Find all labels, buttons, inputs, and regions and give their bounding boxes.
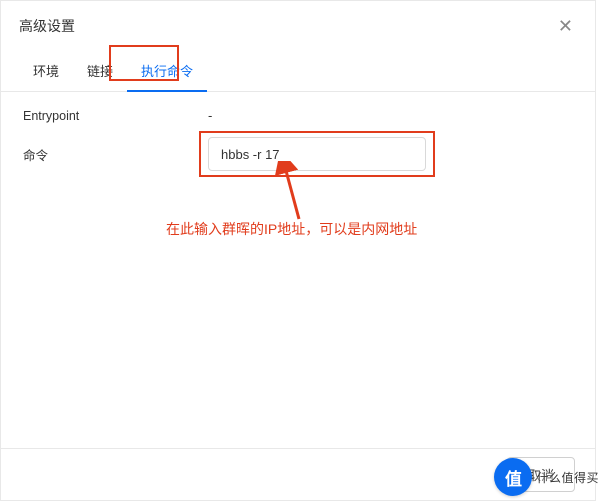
annotation-text: 在此输入群晖的IP地址，可以是内网地址 [166, 219, 417, 239]
advanced-settings-modal: 高级设置 ✕ 环境 链接 执行命令 Entrypoint - 命令 [0, 0, 596, 501]
command-input[interactable] [208, 137, 426, 171]
tab-links[interactable]: 链接 [73, 53, 127, 91]
tab-label: 环境 [33, 64, 59, 79]
button-label: 取消 [528, 468, 554, 483]
tabs: 环境 链接 执行命令 [1, 47, 595, 92]
label-entrypoint: Entrypoint [23, 109, 208, 123]
row-entrypoint: Entrypoint - [23, 108, 573, 123]
modal-header: 高级设置 ✕ [1, 1, 595, 47]
modal-title: 高级设置 [19, 16, 75, 36]
tab-label: 链接 [87, 64, 113, 79]
label-command: 命令 [23, 145, 208, 164]
tab-exec-command[interactable]: 执行命令 [127, 53, 207, 92]
command-input-wrap [208, 137, 426, 171]
modal-content: Entrypoint - 命令 [1, 92, 595, 201]
tab-environment[interactable]: 环境 [19, 53, 73, 91]
value-entrypoint: - [208, 108, 212, 123]
row-command: 命令 [23, 137, 573, 171]
tab-label: 执行命令 [141, 64, 193, 79]
modal-footer: 取消 [1, 448, 595, 500]
cancel-button[interactable]: 取消 [507, 457, 575, 492]
close-icon[interactable]: ✕ [554, 15, 577, 37]
